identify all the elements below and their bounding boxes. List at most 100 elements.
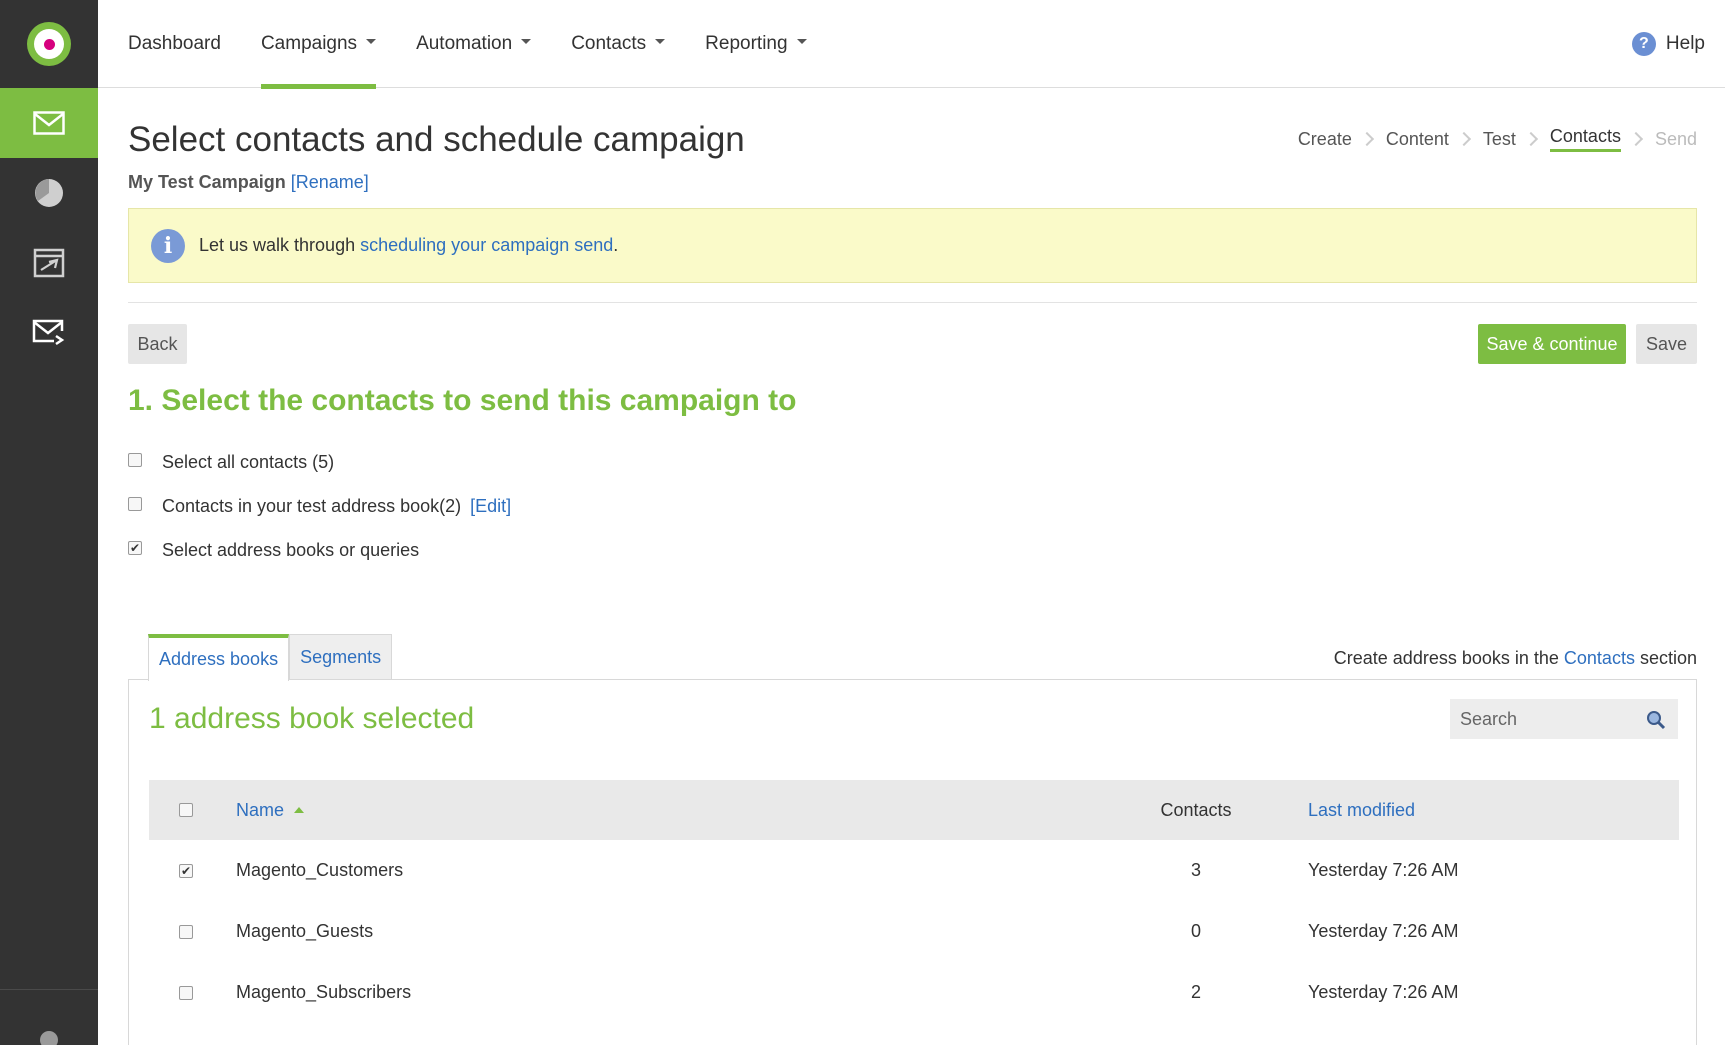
search-box [1450,699,1678,739]
row-checkbox[interactable]: ✔ [179,863,193,878]
help-label: Help [1665,33,1705,54]
chevron-right-icon [1523,131,1538,147]
chevron-right-icon [1456,131,1471,147]
contacts-section-link[interactable]: Contacts [1564,648,1635,668]
address-books-label: Select address books or queries [162,540,420,560]
sidebar [0,0,98,1045]
sort-asc-icon [294,807,305,813]
row-checkbox[interactable] [179,924,193,939]
option-test-book[interactable]: Contacts in your test address book(2) [E… [128,496,511,517]
email-send-icon [32,319,65,346]
sidebar-item-automation[interactable] [0,228,98,298]
option-select-all[interactable]: Select all contacts (5) [128,452,334,473]
divider [128,302,1697,303]
mail-icon [33,111,65,135]
select-all-rows-checkbox[interactable] [179,803,193,817]
nav-dashboard[interactable]: Dashboard [128,0,221,88]
section-title: 1. Select the contacts to send this camp… [128,384,797,417]
sidebar-item-reporting[interactable] [0,158,98,228]
row-checkbox-cell [149,924,236,939]
row-name: Magento_Customers [236,860,404,880]
row-contacts: 0 [1190,921,1201,941]
search-input[interactable] [1460,708,1640,730]
table-row[interactable]: Magento_Subscribers 2 Yesterday 7:26 AM [149,962,1679,1023]
address-books-panel: 1 address book selected Name Contacts La… [128,679,1697,1045]
logo-dot [43,38,55,50]
search-icon[interactable] [1646,710,1666,730]
nav-automation-label: Automation [416,32,513,54]
logo-ring [34,29,64,59]
nav-contacts[interactable]: Contacts [571,0,666,88]
step-create[interactable]: Create [1298,129,1352,150]
panel-title: 1 address book selected [149,702,475,735]
header-name-cell: Name [236,800,1116,821]
user-icon[interactable] [38,1029,60,1045]
info-icon: i [151,228,185,263]
wizard-steps: Create Content Test Contacts Send [1298,126,1697,152]
logo-wrap [0,0,98,88]
row-checkbox-cell [149,985,236,1000]
nav-reporting[interactable]: Reporting [705,0,807,88]
select-all-label: Select all contacts (5) [162,452,335,472]
sidebar-bottom [0,989,98,1045]
edit-link[interactable]: [Edit] [470,496,511,517]
info-prefix: Let us walk through [199,235,361,255]
tabs-note: Create address books in the Contacts sec… [1334,648,1697,669]
info-text: Let us walk through scheduling your camp… [199,235,618,256]
nav-campaigns-label: Campaigns [260,32,358,54]
test-book-checkbox[interactable] [128,496,142,511]
address-books-checkbox[interactable]: ✔ [128,540,142,555]
nav-automation[interactable]: Automation [416,0,532,88]
chevron-down-icon [366,39,377,44]
question-icon: ? [1631,32,1656,56]
info-banner: i Let us walk through scheduling your ca… [128,208,1697,283]
row-name: Magento_Subscribers [236,982,412,1002]
nav-links: Dashboard Campaigns Automation Contacts … [128,0,847,89]
row-checkbox[interactable] [179,985,193,1000]
sidebar-item-transactional[interactable] [0,298,98,368]
sort-by-last-modified[interactable]: Last modified [1308,800,1415,820]
tab-bar: Address books Segments [148,634,393,681]
save-button[interactable]: Save [1636,324,1697,364]
save-continue-button[interactable]: Save & continue [1478,324,1626,364]
table-header: Name Contacts Last modified [149,780,1679,840]
help-link[interactable]: ? Help [1631,0,1705,88]
sidebar-item-campaigns[interactable] [0,88,98,158]
logo[interactable] [27,22,71,66]
page-title: Select contacts and schedule campaign [128,120,745,159]
row-name: Magento_Guests [236,921,374,941]
chevron-right-icon [1359,131,1374,147]
automation-icon [33,248,65,278]
step-send: Send [1654,128,1697,149]
info-link[interactable]: scheduling your campaign send [360,235,613,255]
campaign-name: My Test Campaign [128,172,286,192]
header-contacts: Contacts [1160,799,1232,820]
tabs-note-prefix: Create address books in the [1333,648,1564,668]
select-all-checkbox[interactable] [128,452,142,467]
step-content[interactable]: Content [1386,129,1449,150]
table-row[interactable]: Magento_Guests 0 Yesterday 7:26 AM [149,901,1679,962]
row-contacts: 3 [1190,860,1201,880]
table-row[interactable]: ✔ Magento_Customers 3 Yesterday 7:26 AM [149,840,1679,901]
tab-segments[interactable]: Segments [289,634,393,680]
row-modified: Yesterday 7:26 AM [1308,982,1459,1002]
info-suffix: . [613,235,619,255]
top-nav: Dashboard Campaigns Automation Contacts … [98,0,1725,89]
nav-campaigns[interactable]: Campaigns [260,0,377,89]
sort-by-name[interactable]: Name [236,800,284,821]
rename-link[interactable]: [Rename] [291,172,369,192]
step-test[interactable]: Test [1483,129,1516,150]
tab-address-books[interactable]: Address books [148,634,290,681]
address-books-table: Name Contacts Last modified ✔ Magento_Cu… [149,780,1679,1023]
campaign-subline: My Test Campaign [Rename] [128,172,369,193]
nav-contacts-label: Contacts [571,32,647,54]
test-book-label: Contacts in your test address book(2) [162,496,462,516]
row-checkbox-cell: ✔ [149,863,236,878]
step-contacts[interactable]: Contacts [1549,126,1621,152]
option-address-books[interactable]: ✔ Select address books or queries [128,540,419,561]
chevron-down-icon [796,39,807,44]
pie-chart-icon [35,179,63,207]
back-button[interactable]: Back [128,324,187,364]
row-modified: Yesterday 7:26 AM [1308,921,1459,941]
chevron-right-icon [1628,131,1644,147]
